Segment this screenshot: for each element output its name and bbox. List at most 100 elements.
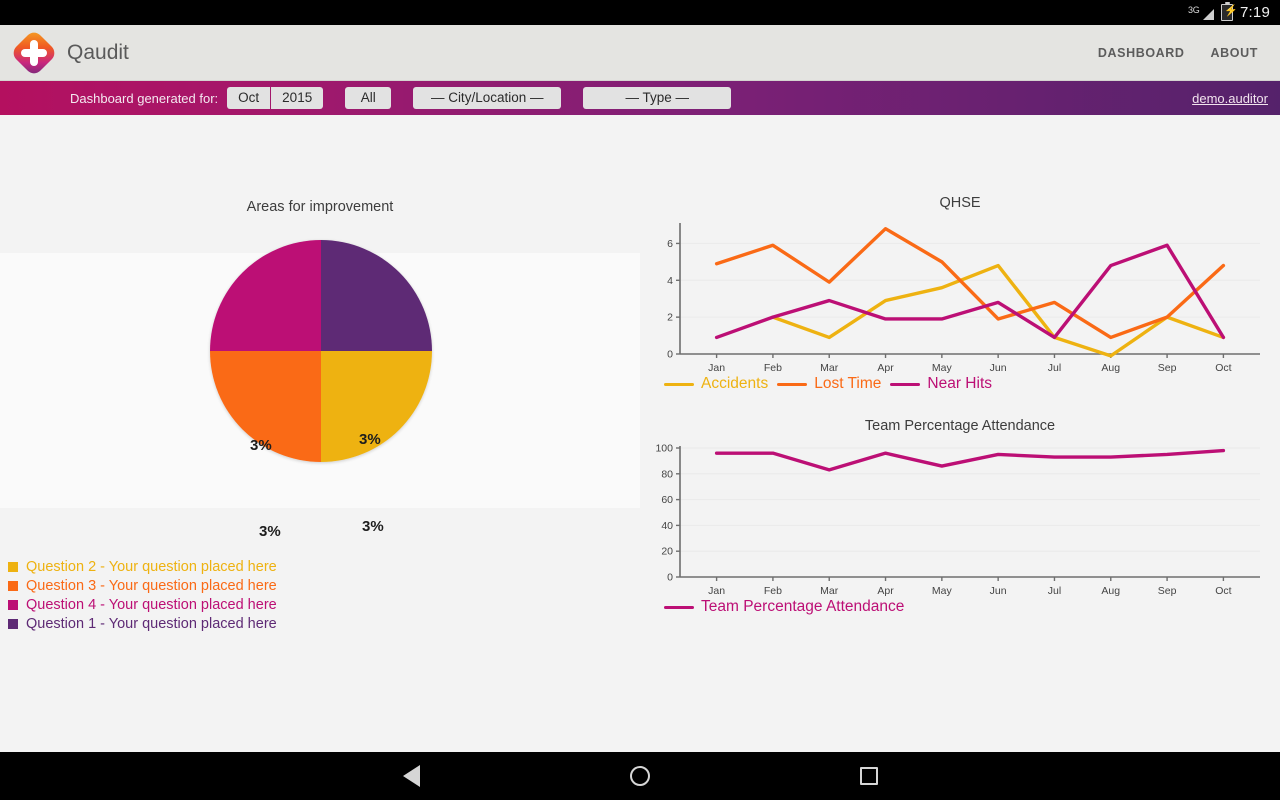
svg-text:Oct: Oct (1215, 585, 1231, 597)
legend-label: Question 1 - Your question placed here (26, 615, 277, 632)
legend-label: Question 4 - Your question placed here (26, 596, 277, 613)
legend-item[interactable]: Question 1 - Your question placed here (8, 614, 277, 633)
legend-line-icon (664, 605, 694, 609)
svg-text:20: 20 (661, 546, 673, 558)
legend-line-icon (664, 382, 694, 386)
legend-item[interactable]: Team Percentage Attendance (664, 598, 904, 616)
legend-item[interactable]: Question 3 - Your question placed here (8, 576, 277, 595)
legend-label: Accidents (701, 375, 769, 392)
clock-label: 7:19 (1240, 4, 1270, 21)
year-filter-button[interactable]: 2015 (271, 87, 324, 109)
pie-slice-label-q2: 3% (362, 518, 384, 535)
qhse-chart-title: QHSE (939, 195, 981, 211)
svg-text:Jan: Jan (708, 585, 725, 597)
svg-text:6: 6 (667, 238, 673, 250)
qaudit-logo-icon (9, 28, 59, 77)
svg-text:Jul: Jul (1048, 585, 1061, 597)
legend-label: Lost Time (814, 375, 882, 392)
svg-text:May: May (932, 362, 953, 374)
attendance-chart: Team Percentage Attendance 0 20 40 60 80 100 J… (640, 418, 1280, 648)
scope-filter-button[interactable]: All (345, 87, 392, 109)
android-status-bar: 3G ⚡ 7:19 (0, 0, 1280, 25)
line-charts-panel: QHSE 0 2 4 6 Jan Feb Mar Apr May Jun Jul Aug Sep Oct … (640, 115, 1280, 752)
filter-bar: Dashboard generated for: Oct 2015 All — … (0, 81, 1280, 115)
svg-text:Feb: Feb (764, 585, 782, 597)
svg-text:0: 0 (667, 572, 673, 584)
svg-text:0: 0 (667, 349, 673, 361)
logo-cross-vertical (30, 39, 38, 66)
legend-item[interactable]: Lost Time (777, 375, 881, 393)
recents-icon[interactable] (859, 767, 878, 785)
date-filter-group: Oct 2015 (227, 87, 324, 109)
brand-title: Qaudit (67, 40, 129, 64)
legend-label: Question 3 - Your question placed here (26, 577, 277, 594)
svg-text:Sep: Sep (1158, 362, 1177, 374)
network-type-label: 3G (1188, 4, 1200, 15)
back-icon[interactable] (402, 765, 420, 787)
legend-item[interactable]: Near Hits (890, 375, 992, 393)
brand-block[interactable]: Qaudit (0, 28, 129, 77)
legend-label: Near Hits (927, 375, 993, 392)
svg-text:2: 2 (667, 312, 673, 324)
attendance-chart-title: Team Percentage Attendance (864, 418, 1056, 434)
user-account-link[interactable]: demo.auditor (1192, 91, 1280, 106)
nav-item-about[interactable]: ABOUT (1211, 46, 1258, 60)
svg-text:80: 80 (661, 468, 673, 480)
svg-text:100: 100 (655, 443, 673, 455)
pie-chart-legend: Question 2 - Your question placed here Q… (8, 557, 277, 633)
type-filter-button[interactable]: — Type — (583, 87, 732, 109)
legend-item[interactable]: Accidents (664, 375, 768, 393)
svg-text:Jul: Jul (1048, 362, 1061, 374)
battery-charging-icon: ⚡ (1221, 1, 1238, 21)
svg-text:Sep: Sep (1158, 585, 1177, 597)
filter-bar-label: Dashboard generated for: (70, 90, 219, 106)
pie-chart-graphic[interactable] (210, 240, 432, 462)
svg-text:Mar: Mar (820, 362, 839, 374)
svg-text:Jun: Jun (990, 362, 1007, 374)
nav-item-dashboard[interactable]: DASHBOARD (1098, 46, 1185, 60)
legend-label: Question 2 - Your question placed here (26, 558, 277, 575)
qhse-chart-svg[interactable]: 0 2 4 6 Jan Feb Mar Apr May Jun Jul Aug Sep Oct (640, 217, 1270, 382)
pie-chart-title: Areas for improvement (246, 199, 394, 215)
svg-text:Oct: Oct (1215, 362, 1231, 374)
signal-bars-icon: 3G (1188, 5, 1214, 21)
svg-text:Jun: Jun (990, 585, 1007, 597)
android-nav-bar (0, 752, 1280, 800)
legend-line-icon (890, 382, 921, 386)
legend-swatch-icon (8, 561, 18, 572)
legend-swatch-icon (8, 618, 18, 629)
signal-triangle (1203, 8, 1214, 20)
legend-item[interactable]: Question 4 - Your question placed here (8, 595, 277, 614)
svg-text:Feb: Feb (764, 362, 782, 374)
bolt-glyph: ⚡ (1224, 5, 1238, 17)
legend-swatch-icon (8, 580, 18, 591)
month-filter-button[interactable]: Oct (227, 87, 271, 109)
legend-item[interactable]: Question 2 - Your question placed here (8, 557, 277, 576)
legend-label: Team Percentage Attendance (701, 598, 905, 615)
dashboard-content: Areas for improvement 3% 3% 3% 3% Questi… (0, 115, 1280, 752)
pie-slice-label-q4: 3% (250, 437, 272, 454)
svg-text:Apr: Apr (877, 362, 894, 374)
svg-text:May: May (932, 585, 953, 597)
header-nav: DASHBOARD ABOUT (1098, 46, 1280, 60)
svg-text:Aug: Aug (1101, 585, 1120, 597)
qhse-chart: QHSE 0 2 4 6 Jan Feb Mar Apr May Jun Jul Aug Sep Oct … (640, 195, 1280, 410)
pie-chart-panel: Areas for improvement 3% 3% 3% 3% Questi… (0, 115, 640, 752)
attendance-chart-svg[interactable]: 0 20 40 60 80 100 Jan Feb Mar Apr May Jun Jul Aug Sep O… (640, 440, 1270, 605)
svg-text:Jan: Jan (708, 362, 725, 374)
city-location-filter-button[interactable]: — City/Location — (413, 87, 562, 109)
app-header: Qaudit DASHBOARD ABOUT (0, 25, 1280, 81)
svg-text:Apr: Apr (877, 585, 894, 597)
legend-line-icon (777, 382, 808, 386)
svg-text:Aug: Aug (1101, 362, 1120, 374)
attendance-chart-legend: Team Percentage Attendance (664, 598, 904, 616)
qhse-chart-legend: Accidents Lost Time Near Hits (664, 375, 992, 393)
pie-slice-label-q3: 3% (259, 523, 281, 540)
svg-text:40: 40 (661, 520, 673, 532)
svg-text:4: 4 (667, 275, 673, 287)
svg-text:Mar: Mar (820, 585, 839, 597)
svg-text:60: 60 (661, 494, 673, 506)
app-root: 3G ⚡ 7:19 Qaudit DASHBOARD ABOUT Dashboa… (0, 0, 1280, 800)
pie-slice-label-q1: 3% (359, 431, 381, 448)
home-icon[interactable] (629, 766, 650, 786)
